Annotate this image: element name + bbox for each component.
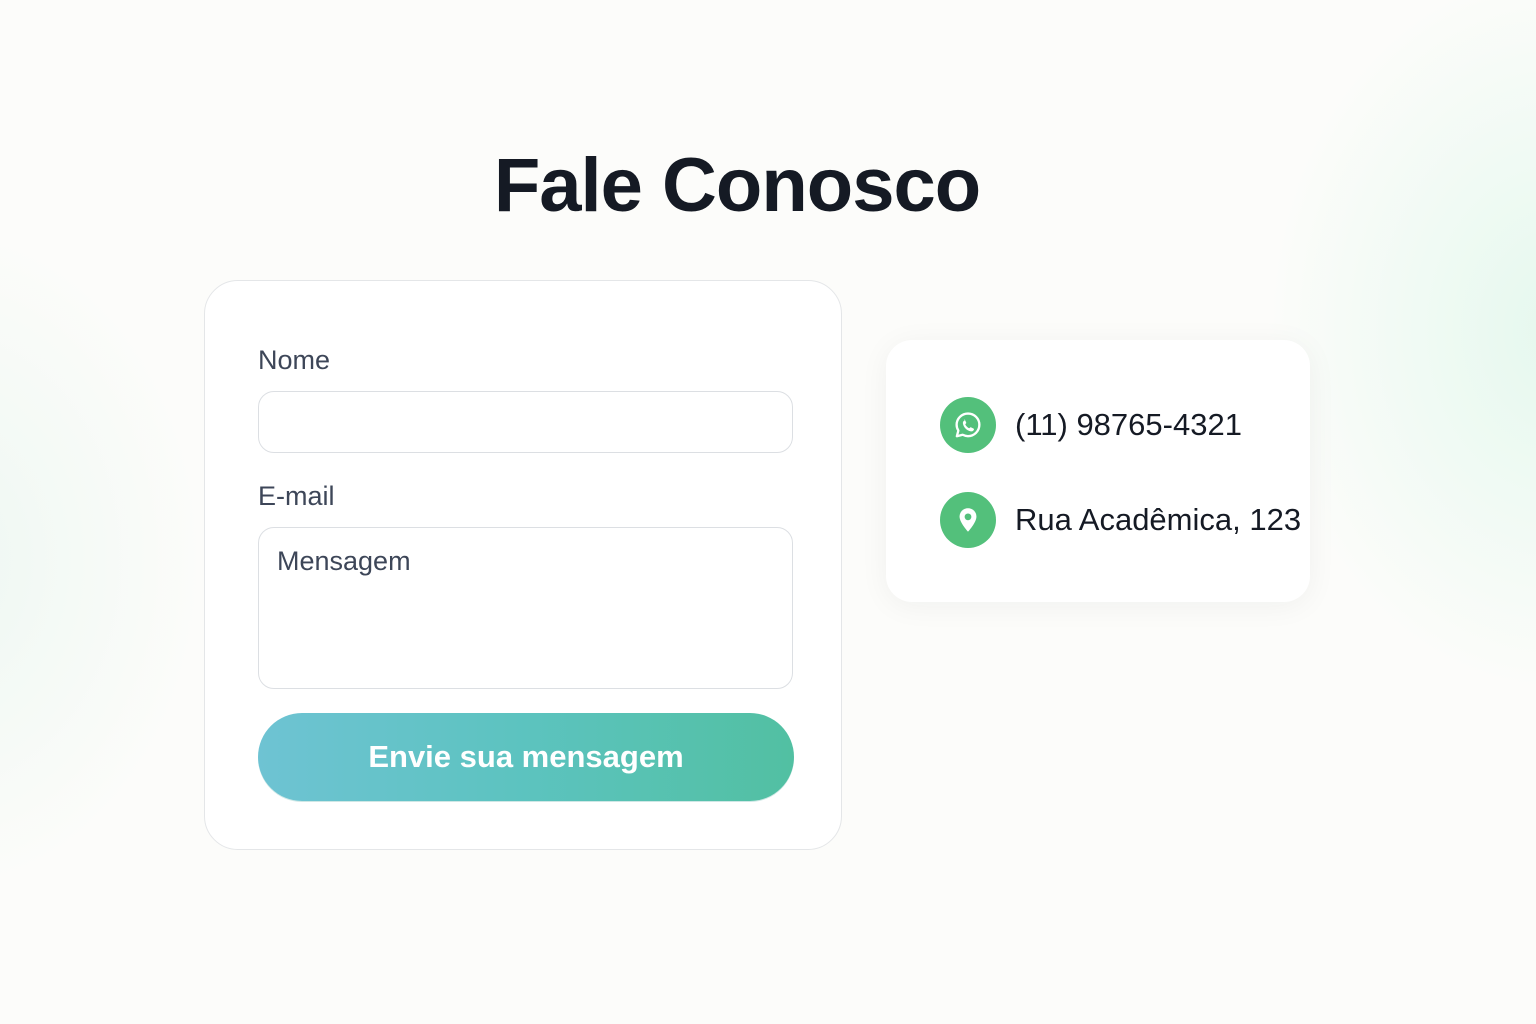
phone-number: (11) 98765-4321	[1015, 407, 1242, 442]
contact-form-card: Nome E-mail Envie sua mensagem	[204, 280, 842, 850]
address-text: Rua Acadêmica, 123	[1015, 502, 1302, 537]
email-label: E-mail	[258, 481, 335, 511]
page-title: Fale Conosco	[493, 143, 981, 228]
submit-button[interactable]: Envie sua mensagem	[258, 713, 794, 801]
name-input[interactable]	[258, 391, 793, 453]
contact-info-card: (11) 98765-4321 Rua Acadêmica, 123	[886, 340, 1310, 602]
whatsapp-icon	[940, 397, 996, 453]
name-label: Nome	[258, 345, 331, 375]
address-row: Rua Acadêmica, 123	[940, 492, 1301, 548]
phone-row: (11) 98765-4321	[940, 397, 1242, 453]
map-pin-icon	[940, 492, 996, 548]
message-textarea[interactable]	[258, 527, 793, 689]
